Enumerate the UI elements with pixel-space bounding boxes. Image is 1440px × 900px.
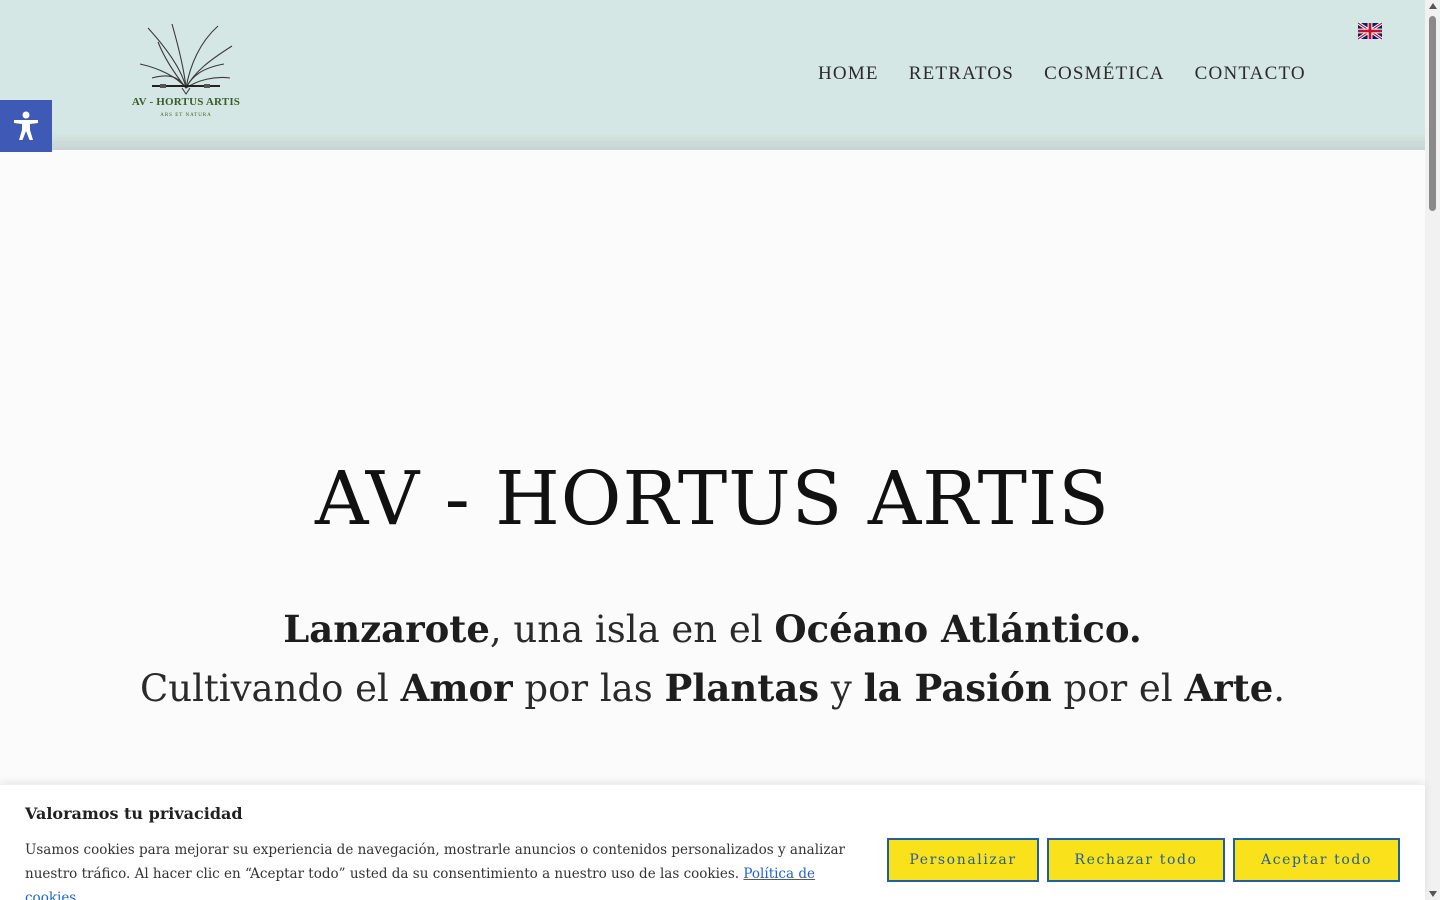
site-logo[interactable]: AV - HORTUS ARTIS ARS ET NATURA bbox=[128, 20, 244, 124]
header-shadow bbox=[0, 132, 1425, 150]
hero-text: y bbox=[819, 667, 864, 710]
cookie-text: Usamos cookies para mejorar su experienc… bbox=[25, 838, 865, 900]
hero-text: por el bbox=[1051, 667, 1185, 710]
hero-text: Amor bbox=[400, 666, 513, 710]
logo-subtitle: ARS ET NATURA bbox=[160, 113, 212, 118]
scroll-up-icon[interactable] bbox=[1429, 3, 1437, 9]
page-scrollbar[interactable] bbox=[1425, 0, 1440, 900]
hero-text: la Pasión bbox=[863, 666, 1052, 710]
main-nav: HOME RETRATOS COSMÉTICA CONTACTO bbox=[818, 63, 1306, 85]
cookie-title: Valoramos tu privacidad bbox=[25, 804, 243, 823]
hero-text: Cultivando el bbox=[139, 667, 401, 710]
hero-text: Lanzarote bbox=[283, 607, 490, 651]
nav-cosmetica[interactable]: COSMÉTICA bbox=[1044, 63, 1165, 85]
customize-button[interactable]: Personalizar bbox=[887, 838, 1039, 882]
scroll-thumb[interactable] bbox=[1429, 16, 1436, 211]
reject-all-button[interactable]: Rechazar todo bbox=[1047, 838, 1225, 882]
cookie-banner: Valoramos tu privacidad Usamos cookies p… bbox=[0, 784, 1425, 900]
scroll-down-icon[interactable] bbox=[1429, 891, 1437, 897]
hero-text: , una isla en el bbox=[489, 608, 775, 651]
uk-flag-icon[interactable] bbox=[1357, 21, 1383, 41]
nav-home[interactable]: HOME bbox=[818, 63, 879, 85]
accessibility-person-icon bbox=[14, 111, 38, 140]
hero-text: por las bbox=[512, 667, 665, 710]
logo-title: AV - HORTUS ARTIS bbox=[131, 96, 241, 108]
hero-text: Océano Atlántico. bbox=[774, 607, 1142, 651]
nav-contacto[interactable]: CONTACTO bbox=[1195, 63, 1306, 85]
aloe-plant-icon bbox=[139, 23, 233, 95]
accessibility-button[interactable] bbox=[0, 100, 52, 152]
hero-text: Arte bbox=[1184, 666, 1274, 710]
hero-line-2: Cultivando el Amor por las Plantas y la … bbox=[0, 666, 1425, 710]
hero-text: Plantas bbox=[664, 666, 820, 710]
accept-all-button[interactable]: Aceptar todo bbox=[1233, 838, 1400, 882]
cookie-description: Usamos cookies para mejorar su experienc… bbox=[25, 842, 845, 882]
hero-text: . bbox=[1273, 667, 1286, 710]
site-header: AV - HORTUS ARTIS ARS ET NATURA HOME RET… bbox=[0, 0, 1425, 150]
hero-title: AV - HORTUS ARTIS bbox=[315, 456, 1110, 542]
hero-line-1: Lanzarote, una isla en el Océano Atlánti… bbox=[0, 607, 1425, 651]
nav-retratos[interactable]: RETRATOS bbox=[909, 63, 1014, 85]
